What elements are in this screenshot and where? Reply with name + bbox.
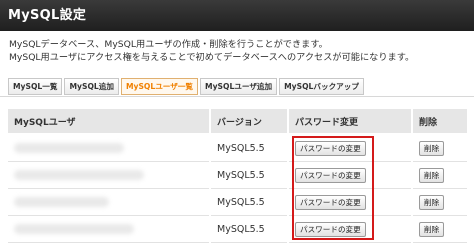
table-row: MySQL5.5 パスワードの変更 削除 (8, 161, 469, 189)
user-name-cell (8, 188, 211, 216)
column-header-version: バージョン (210, 109, 289, 135)
redacted-user-name (14, 197, 109, 207)
version-cell: MySQL5.5 (210, 215, 289, 243)
delete-cell: 削除 (412, 215, 469, 243)
version-cell: MySQL5.5 (210, 134, 289, 162)
tab-mysql-user-list[interactable]: MySQLユーザ一覧 (120, 78, 199, 95)
tab-divider (0, 96, 474, 97)
version-cell: MySQL5.5 (210, 161, 289, 189)
change-password-button[interactable]: パスワードの変更 (295, 221, 366, 237)
description-line-2: MySQL用ユーザにアクセス権を与えることで初めてデータベースへのアクセスが可能… (9, 52, 415, 63)
password-cell: パスワードの変更 (288, 215, 413, 243)
column-header-delete: 削除 (412, 109, 469, 135)
mysql-user-table: MySQLユーザ バージョン パスワード変更 削除 MySQL5.5 パスワード… (8, 109, 469, 243)
delete-button[interactable]: 削除 (419, 140, 445, 156)
table-row: MySQL5.5 パスワードの変更 削除 (8, 215, 469, 243)
password-cell: パスワードの変更 (288, 161, 413, 189)
delete-cell: 削除 (412, 161, 469, 189)
redacted-user-name (14, 143, 124, 153)
delete-button[interactable]: 削除 (419, 221, 445, 237)
tab-mysql-list[interactable]: MySQL一覧 (8, 78, 63, 95)
table-row: MySQL5.5 パスワードの変更 削除 (8, 134, 469, 162)
tab-mysql-add[interactable]: MySQL追加 (64, 78, 119, 95)
change-password-button[interactable]: パスワードの変更 (295, 167, 366, 183)
delete-cell: 削除 (412, 188, 469, 216)
tab-mysql-user-add[interactable]: MySQLユーザ追加 (200, 78, 278, 95)
mysql-settings-page: MySQL設定 MySQLデータベース、MySQL用ユーザの作成・削除を行うこと… (0, 0, 474, 247)
description-line-1: MySQLデータベース、MySQL用ユーザの作成・削除を行うことができます。 (9, 39, 328, 50)
password-cell: パスワードの変更 (288, 188, 413, 216)
table-header-row: MySQLユーザ バージョン パスワード変更 削除 (8, 109, 469, 135)
user-name-cell (8, 134, 211, 162)
user-name-cell (8, 215, 211, 243)
column-header-password: パスワード変更 (288, 109, 413, 135)
description: MySQLデータベース、MySQL用ユーザの作成・削除を行うことができます。 M… (9, 38, 414, 64)
delete-button[interactable]: 削除 (419, 167, 445, 183)
column-header-user: MySQLユーザ (8, 109, 211, 135)
delete-cell: 削除 (412, 134, 469, 162)
tab-mysql-backup[interactable]: MySQLバックアップ (279, 78, 364, 95)
table-row: MySQL5.5 パスワードの変更 削除 (8, 188, 469, 216)
page-title: MySQL設定 (0, 0, 474, 31)
change-password-button[interactable]: パスワードの変更 (295, 140, 366, 156)
user-name-cell (8, 161, 211, 189)
version-cell: MySQL5.5 (210, 188, 289, 216)
redacted-user-name (14, 224, 134, 234)
password-cell: パスワードの変更 (288, 134, 413, 162)
change-password-button[interactable]: パスワードの変更 (295, 194, 366, 210)
delete-button[interactable]: 削除 (419, 194, 445, 210)
tab-bar: MySQL一覧 MySQL追加 MySQLユーザ一覧 MySQLユーザ追加 My… (8, 78, 364, 96)
redacted-user-name (14, 170, 144, 180)
